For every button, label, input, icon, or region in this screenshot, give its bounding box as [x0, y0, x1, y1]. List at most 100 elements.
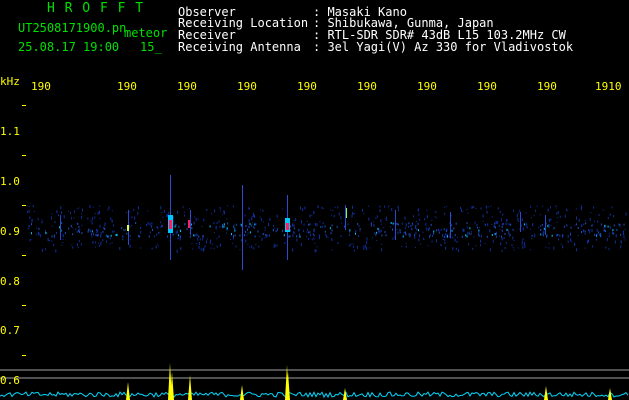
noise-pixel	[160, 206, 162, 210]
noise-pixel	[140, 226, 141, 229]
noise-pixel	[379, 209, 381, 213]
carrier-pixel	[510, 223, 512, 226]
antenna-value: : 3el Yagi(V) Az 330 for Vladivostok	[313, 40, 574, 54]
noise-pixel	[457, 249, 459, 252]
noise-pixel	[548, 247, 550, 249]
noise-pixel	[140, 247, 142, 249]
carrier-pixel	[506, 228, 508, 231]
noise-pixel	[262, 209, 264, 212]
carrier-pixel	[45, 232, 47, 234]
noise-pixel	[530, 249, 531, 251]
noise-pixel	[90, 220, 92, 222]
noise-pixel	[219, 207, 221, 209]
noise-pixel	[231, 242, 233, 244]
noise-pixel	[313, 234, 315, 237]
noise-pixel	[226, 218, 228, 220]
noise-pixel	[300, 243, 302, 247]
carrier-pixel	[96, 234, 98, 237]
noise-pixel	[457, 236, 458, 238]
noise-pixel	[584, 232, 586, 235]
carrier-pixel	[245, 230, 246, 233]
noise-pixel	[480, 207, 482, 210]
carrier-pixel	[167, 235, 169, 238]
noise-pixel	[365, 244, 367, 248]
noise-pixel	[521, 240, 523, 244]
noise-pixel	[176, 230, 178, 234]
y-tick: 0.6	[0, 374, 20, 387]
noise-pixel	[306, 220, 308, 222]
noise-pixel	[311, 215, 313, 217]
noise-pixel	[226, 232, 228, 234]
noise-pixel	[27, 211, 29, 213]
noise-pixel	[419, 243, 421, 245]
noise-pixel	[153, 235, 155, 238]
noise-pixel	[495, 221, 497, 223]
noise-pixel	[503, 237, 505, 240]
noise-pixel	[251, 224, 253, 226]
noise-pixel	[445, 205, 447, 207]
carrier-pixel	[64, 232, 66, 235]
noise-pixel	[405, 242, 407, 244]
noise-pixel	[512, 236, 514, 240]
carrier-pixel	[81, 232, 83, 235]
noise-pixel	[292, 248, 294, 252]
noise-pixel	[210, 239, 212, 242]
noise-pixel	[592, 245, 593, 248]
noise-pixel	[513, 209, 515, 212]
y-minor-tick	[22, 255, 26, 256]
carrier-pixel	[102, 230, 104, 233]
noise-pixel	[415, 221, 417, 222]
meteor-streak	[395, 210, 396, 240]
carrier-pixel	[470, 232, 472, 235]
noise-pixel	[230, 238, 231, 240]
noise-pixel	[37, 218, 39, 221]
noise-pixel	[292, 223, 293, 227]
noise-pixel	[531, 238, 533, 239]
carrier-pixel	[31, 223, 32, 226]
noise-pixel	[452, 247, 454, 251]
carrier-pixel	[240, 223, 242, 226]
noise-pixel	[296, 238, 298, 242]
noise-pixel	[235, 245, 237, 248]
noise-pixel	[426, 215, 428, 219]
carrier-pixel	[137, 235, 139, 238]
noise-pixel	[450, 215, 452, 217]
carrier-pixel	[570, 233, 571, 236]
noise-pixel	[517, 217, 519, 220]
x-tick: 190	[417, 80, 437, 93]
carrier-pixel	[299, 233, 301, 236]
noise-pixel	[57, 214, 59, 217]
carrier-pixel	[433, 230, 435, 233]
noise-pixel	[418, 213, 420, 216]
carrier-pixel	[107, 235, 109, 238]
noise-pixel	[321, 206, 323, 209]
carrier-pixel	[581, 231, 582, 233]
noise-pixel	[462, 228, 464, 232]
noise-pixel	[549, 218, 551, 221]
noise-pixel	[305, 235, 307, 237]
noise-pixel	[294, 233, 296, 235]
noise-pixel	[373, 224, 375, 227]
noise-pixel	[31, 218, 33, 221]
carrier-pixel	[501, 229, 503, 232]
noise-pixel	[28, 209, 30, 213]
noise-pixel	[519, 210, 521, 213]
carrier-pixel	[443, 235, 445, 238]
carrier-pixel	[355, 232, 356, 235]
noise-pixel	[131, 216, 133, 219]
noise-pixel	[609, 226, 611, 229]
noise-pixel	[273, 224, 274, 227]
noise-pixel	[611, 206, 613, 209]
x-tick: 1910	[595, 80, 622, 93]
carrier-pixel	[501, 235, 502, 238]
noise-pixel	[522, 238, 524, 241]
noise-pixel	[474, 221, 476, 224]
noise-pixel	[241, 239, 242, 242]
noise-pixel	[251, 216, 253, 218]
noise-pixel	[602, 209, 604, 211]
carrier-pixel	[623, 223, 625, 226]
noise-pixel	[131, 224, 133, 226]
noise-pixel	[41, 248, 43, 252]
noise-pixel	[331, 249, 333, 251]
noise-pixel	[319, 221, 321, 223]
